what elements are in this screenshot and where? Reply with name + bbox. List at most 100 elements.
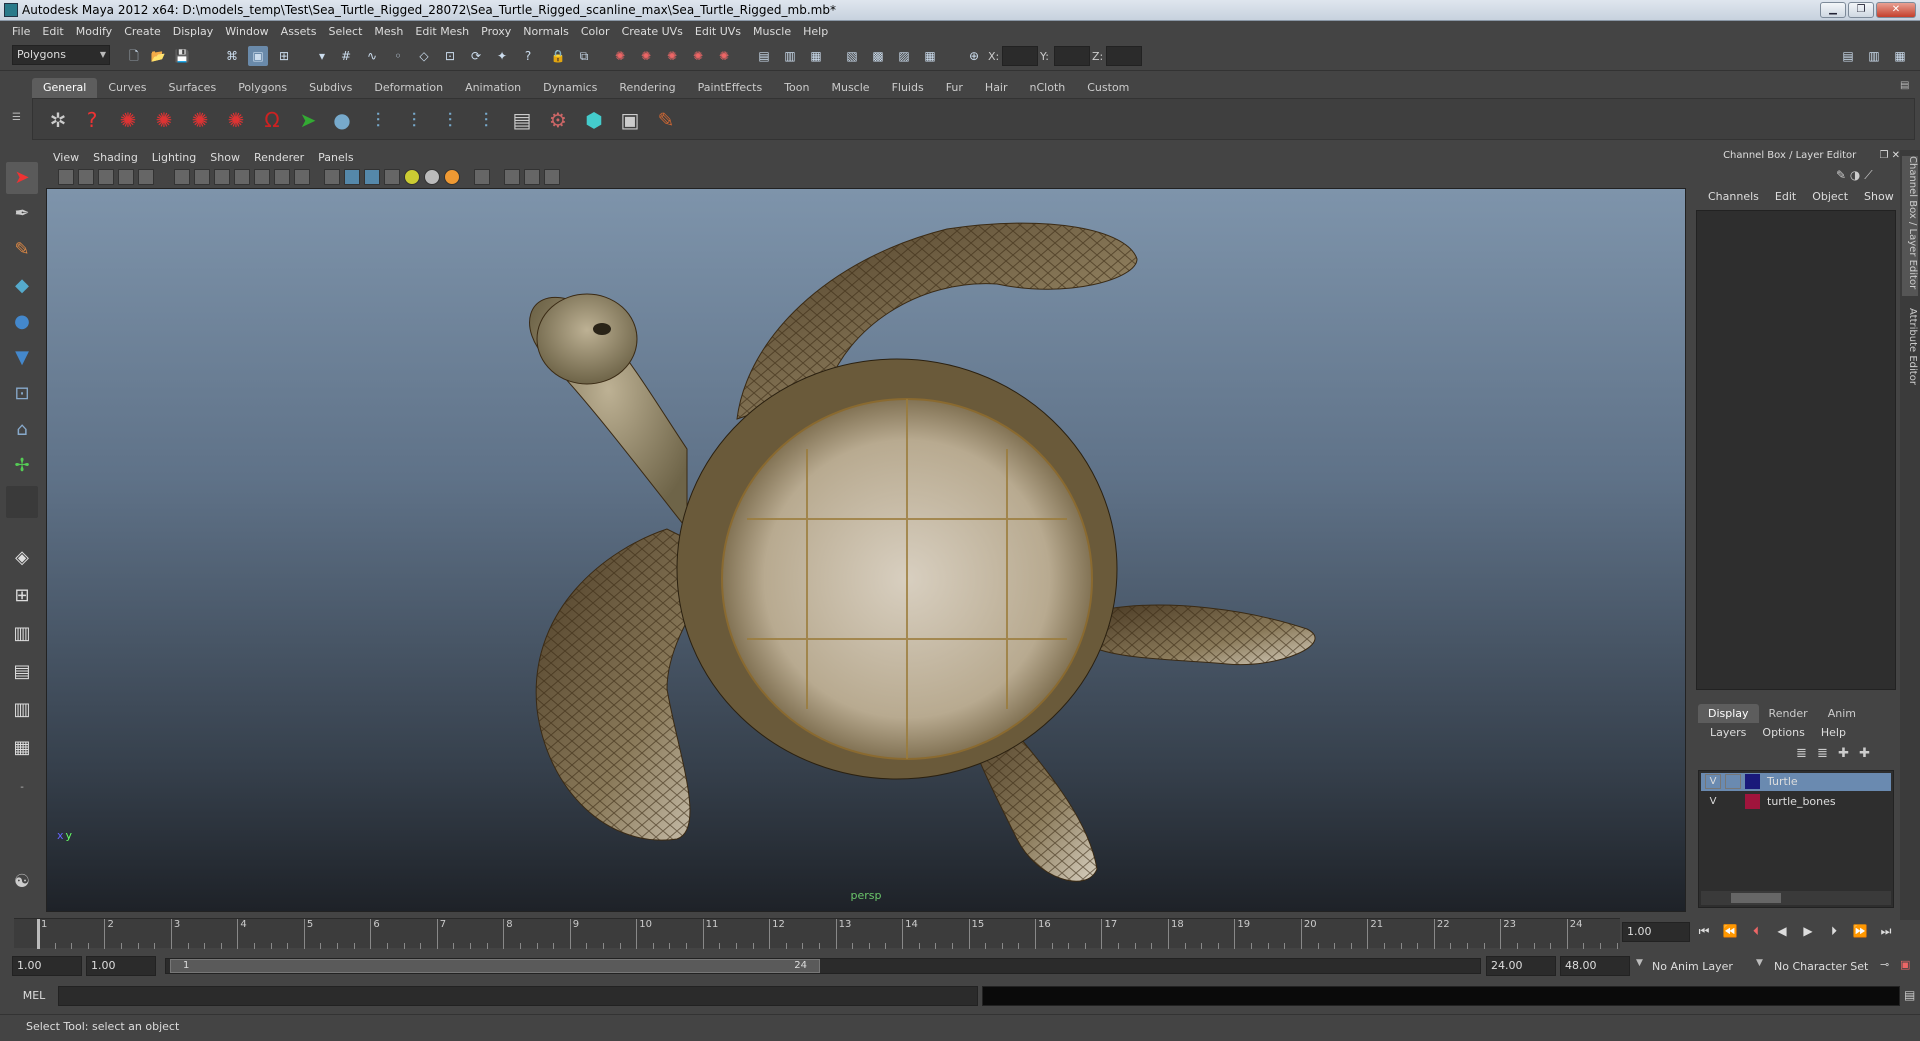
step-forward-frame-icon[interactable]: ⏵ bbox=[1824, 924, 1844, 944]
history-icon[interactable]: ⟳ bbox=[466, 46, 486, 66]
layout-icon[interactable]: ▦ bbox=[920, 46, 940, 66]
animation-prefs-icon[interactable]: ▣ bbox=[1900, 958, 1910, 971]
step-forward-key-icon[interactable]: ⏩ bbox=[1850, 924, 1870, 944]
z-field[interactable] bbox=[1106, 46, 1142, 66]
perspective-viewport[interactable]: xy persp bbox=[46, 188, 1686, 912]
cb-menu-show[interactable]: Show bbox=[1856, 190, 1902, 203]
grid-toggle-icon[interactable] bbox=[138, 169, 154, 185]
display-icon[interactable]: ▧ bbox=[842, 46, 862, 66]
render-view-icon[interactable]: ✺ bbox=[714, 46, 734, 66]
shelf-tab-surfaces[interactable]: Surfaces bbox=[158, 78, 228, 98]
four-pane-layout-icon[interactable]: ⊞ bbox=[6, 580, 38, 612]
play-forwards-icon[interactable]: ▶ bbox=[1798, 924, 1818, 944]
safe-action-icon[interactable] bbox=[254, 169, 270, 185]
menu-display[interactable]: Display bbox=[167, 25, 220, 38]
menu-assets[interactable]: Assets bbox=[275, 25, 323, 38]
layout-options-icon[interactable]: - bbox=[6, 772, 38, 804]
shadows-icon[interactable] bbox=[444, 169, 460, 185]
selection-mask-icon[interactable]: ▾ bbox=[312, 46, 332, 66]
menu-muscle[interactable]: Muscle bbox=[747, 25, 797, 38]
lock-icon[interactable]: 🔒 bbox=[548, 46, 568, 66]
float-panel-icon[interactable]: ❐ bbox=[1879, 150, 1888, 161]
soft-mod-icon[interactable]: ⌂ bbox=[6, 414, 38, 446]
shade-icon[interactable]: ◑ bbox=[1850, 168, 1860, 182]
paint-brush-icon[interactable]: ✎ bbox=[651, 105, 681, 135]
layer-row-turtle-bones[interactable]: V turtle_bones bbox=[1701, 793, 1891, 811]
outliner-persp-layout-icon[interactable]: ▥ bbox=[6, 618, 38, 650]
x-field[interactable] bbox=[1002, 46, 1038, 66]
menu-edit-uvs[interactable]: Edit UVs bbox=[689, 25, 747, 38]
command-language-toggle[interactable]: MEL bbox=[12, 986, 56, 1006]
shelf-tab-dynamics[interactable]: Dynamics bbox=[532, 78, 608, 98]
open-scene-icon[interactable]: 📂 bbox=[148, 46, 168, 66]
shelf-tab-custom[interactable]: Custom bbox=[1076, 78, 1140, 98]
current-frame-field[interactable]: 1.00 bbox=[1622, 922, 1690, 942]
wireframe-on-shaded-icon[interactable] bbox=[364, 169, 380, 185]
select-camera-icon[interactable] bbox=[58, 169, 74, 185]
layer-tab-render[interactable]: Render bbox=[1759, 704, 1818, 723]
bookmark-icon[interactable] bbox=[98, 169, 114, 185]
layer-list-scrollbar[interactable] bbox=[1701, 891, 1891, 905]
transform-mode-icon[interactable]: ⊕ bbox=[964, 46, 984, 66]
pin-icon[interactable]: ⟋ bbox=[1864, 168, 1872, 182]
paint-weights-icon[interactable]: ✺ bbox=[185, 105, 215, 135]
persp-graph-layout-icon[interactable]: ▤ bbox=[6, 656, 38, 688]
auto-key-icon[interactable]: ⊸ bbox=[1880, 958, 1889, 971]
end-time-field[interactable]: 48.00 bbox=[1560, 956, 1630, 976]
layer-row-turtle[interactable]: V Turtle bbox=[1701, 773, 1891, 791]
shelf-tab-deformation[interactable]: Deformation bbox=[363, 78, 454, 98]
channel-box-area[interactable] bbox=[1696, 210, 1896, 690]
shelf-tab-painteffects[interactable]: PaintEffects bbox=[687, 78, 774, 98]
layer-menu-help[interactable]: Help bbox=[1813, 726, 1854, 739]
make-live-icon[interactable]: ⊡ bbox=[440, 46, 460, 66]
play-backwards-icon[interactable]: ◀ bbox=[1772, 924, 1792, 944]
single-pane-layout-icon[interactable]: ◈ bbox=[6, 542, 38, 574]
close-panel-icon[interactable]: ✕ bbox=[1892, 150, 1900, 161]
new-scene-icon[interactable]: 🗋 bbox=[124, 46, 144, 66]
all-lights-icon[interactable] bbox=[424, 169, 440, 185]
playback-end-field[interactable]: 24.00 bbox=[1486, 956, 1556, 976]
attribute-editor-toggle-icon[interactable]: ▤ bbox=[1838, 46, 1858, 66]
script-editor-icon[interactable]: ▤ bbox=[1904, 988, 1915, 1002]
y-field[interactable] bbox=[1054, 46, 1090, 66]
panel-menu-lighting[interactable]: Lighting bbox=[145, 151, 203, 164]
cube-icon[interactable]: ▩ bbox=[868, 46, 888, 66]
panel-menu-renderer[interactable]: Renderer bbox=[247, 151, 311, 164]
character-set-chevron-icon[interactable]: ▼ bbox=[1756, 958, 1763, 968]
move-layer-up-icon[interactable]: ≣ bbox=[1796, 746, 1807, 761]
shelf-tab-hair[interactable]: Hair bbox=[974, 78, 1019, 98]
layer-tab-display[interactable]: Display bbox=[1698, 704, 1759, 723]
side-tab-attribute-editor[interactable]: Attribute Editor bbox=[1902, 308, 1918, 408]
default-light-icon[interactable] bbox=[404, 169, 420, 185]
channel-box-toggle-icon[interactable]: ▦ bbox=[1890, 46, 1910, 66]
menu-mesh[interactable]: Mesh bbox=[368, 25, 409, 38]
command-input[interactable] bbox=[58, 986, 978, 1006]
menu-proxy[interactable]: Proxy bbox=[475, 25, 517, 38]
sea-turtle-model[interactable] bbox=[47, 189, 1686, 912]
hud-icon[interactable] bbox=[294, 169, 310, 185]
save-scene-icon[interactable]: 💾 bbox=[172, 46, 192, 66]
shelf-tab-curves[interactable]: Curves bbox=[97, 78, 157, 98]
select-tool-icon[interactable]: ➤ bbox=[6, 162, 38, 194]
render-settings-icon[interactable]: ✺ bbox=[662, 46, 682, 66]
create-layer-from-selected-icon[interactable]: ✚ bbox=[1859, 746, 1870, 761]
panel-menu-view[interactable]: View bbox=[46, 151, 86, 164]
node-editor-icon[interactable]: ⚙ bbox=[543, 105, 573, 135]
layer-playback-toggle[interactable] bbox=[1725, 794, 1741, 809]
anim-layer-chevron-icon[interactable]: ▼ bbox=[1636, 958, 1643, 968]
green-arrow-icon[interactable]: ➤ bbox=[293, 105, 323, 135]
show-manipulator-icon[interactable]: ✢ bbox=[6, 450, 38, 482]
snap-plane-icon[interactable]: ◇ bbox=[414, 46, 434, 66]
safe-title-icon[interactable] bbox=[274, 169, 290, 185]
shelf-options-icon[interactable]: ▤ bbox=[1900, 80, 1909, 91]
select-by-component-icon[interactable]: ⊞ bbox=[274, 46, 294, 66]
construction-icon[interactable]: ✦ bbox=[492, 46, 512, 66]
layer-tab-anim[interactable]: Anim bbox=[1818, 704, 1866, 723]
smooth-shade-icon[interactable] bbox=[344, 169, 360, 185]
go-to-start-icon[interactable]: ⏮ bbox=[1694, 924, 1714, 944]
snap-curve-icon[interactable]: ∿ bbox=[362, 46, 382, 66]
graph-editor-icon[interactable]: ▤ bbox=[507, 105, 537, 135]
paint-select-tool-icon[interactable]: ✎ bbox=[6, 234, 38, 266]
panel-menu-shading[interactable]: Shading bbox=[86, 151, 145, 164]
cb-menu-channels[interactable]: Channels bbox=[1700, 190, 1767, 203]
